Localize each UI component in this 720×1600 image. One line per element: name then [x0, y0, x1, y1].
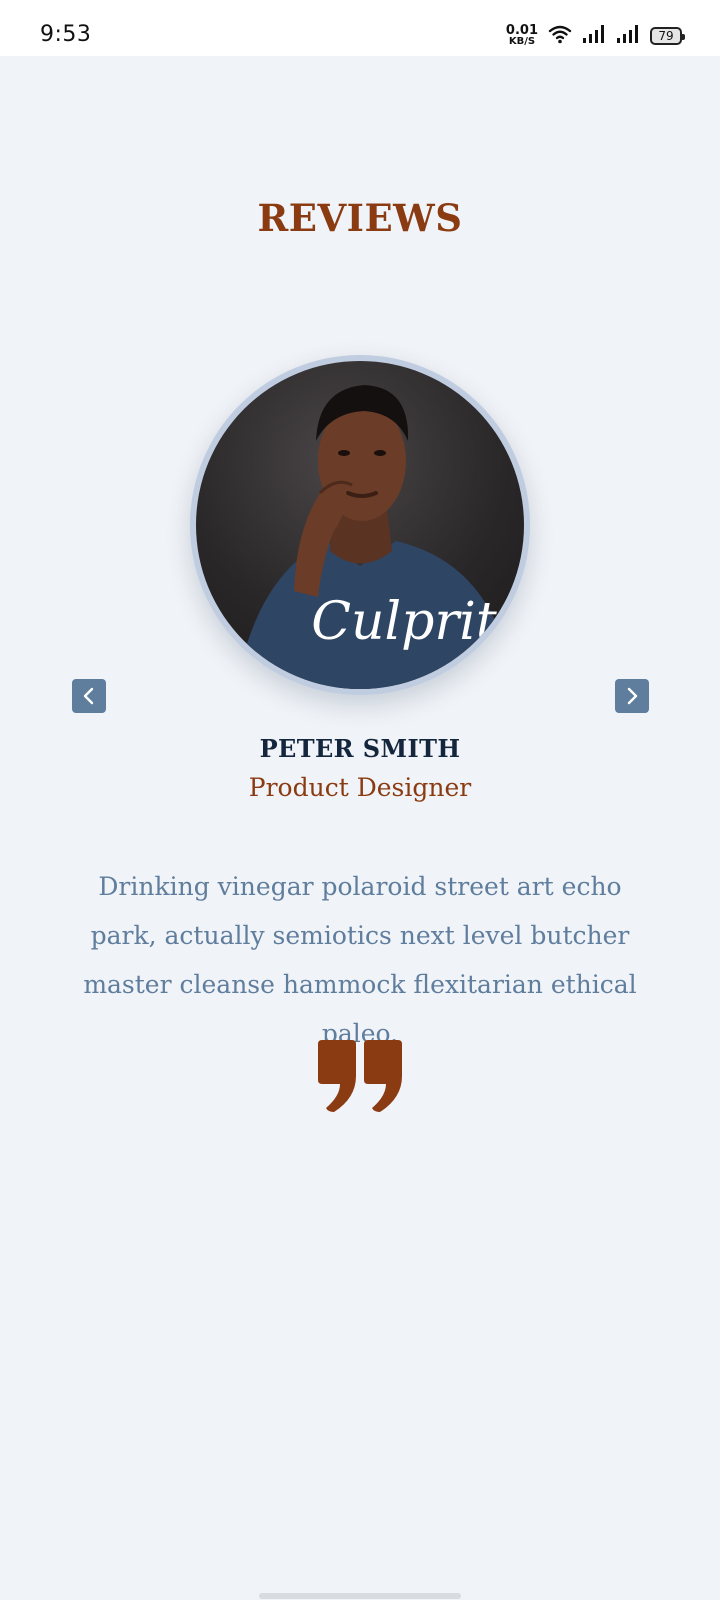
page-title: REVIEWS	[257, 196, 463, 240]
next-review-button[interactable]	[615, 679, 649, 713]
status-time: 9:53	[40, 22, 92, 47]
network-speed-value: 0.01	[505, 23, 538, 38]
avatar: Culprit	[196, 361, 524, 689]
avatar-frame: Culprit	[190, 355, 530, 695]
status-icons: 0.01 KB/S 79	[505, 23, 685, 48]
status-bar: 9:53 0.01 KB/S 79	[0, 0, 720, 56]
avatar-portrait: Culprit	[236, 385, 506, 689]
reviewer-name: PETER SMITH	[259, 734, 461, 763]
network-speed: 0.01 KB/S	[505, 23, 538, 47]
chevron-right-icon	[627, 687, 638, 705]
chevron-left-icon	[83, 687, 94, 705]
battery-level: 79	[658, 29, 674, 43]
review-text: Drinking vinegar polaroid street art ech…	[83, 872, 637, 1048]
shirt-text: Culprit	[311, 592, 497, 652]
reviewer-role: Product Designer	[248, 773, 472, 802]
signal-icon	[616, 24, 640, 48]
previous-review-button[interactable]	[72, 679, 106, 713]
quote-icon	[318, 1040, 402, 1112]
network-speed-unit: KB/S	[508, 36, 536, 47]
battery-icon: 79	[650, 27, 685, 45]
wifi-icon	[548, 24, 572, 48]
home-indicator[interactable]	[259, 1593, 461, 1599]
signal-icon	[582, 24, 606, 48]
